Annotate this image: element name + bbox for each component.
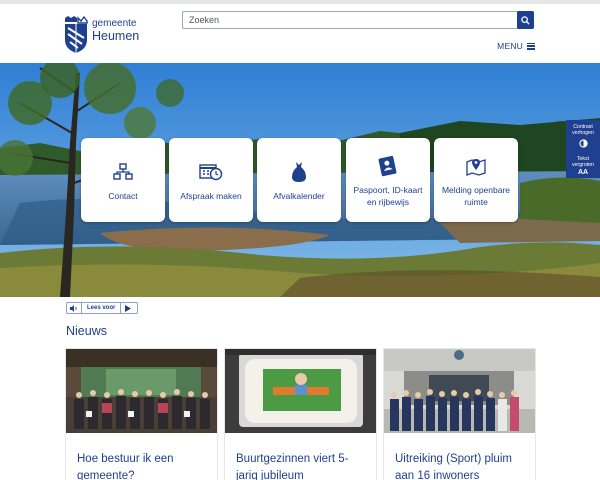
heumen-crest-icon — [65, 15, 88, 53]
garbage-bag-icon — [292, 162, 306, 182]
text-size-label: Tekst vergroten — [572, 156, 594, 168]
contrast-label: Contrast verhogen — [572, 124, 594, 136]
map-pin-icon — [466, 159, 486, 176]
tile-label: Melding openbare ruimte — [441, 185, 511, 207]
menu-button[interactable]: MENU — [497, 41, 535, 51]
readspeaker-label: Lees voor — [81, 303, 122, 313]
contrast-icon — [578, 139, 588, 148]
search-icon — [521, 15, 530, 25]
text-size-icon: AA — [577, 169, 589, 176]
calendar-clock-icon — [199, 164, 223, 181]
search-input[interactable] — [189, 12, 509, 28]
news-card[interactable]: Uitreiking (Sport) pluim aan 16 inwoners — [384, 349, 535, 480]
tile-afspraak-maken[interactable]: Afspraak maken — [169, 138, 253, 222]
search-bar — [182, 11, 534, 29]
news-photo — [66, 349, 217, 433]
hamburger-icon — [527, 42, 535, 50]
site-logo[interactable]: gemeente Heumen — [64, 14, 144, 56]
speaker-icon — [67, 303, 81, 313]
tile-melding-openbare-ruimte[interactable]: Melding openbare ruimte — [434, 138, 518, 222]
news-photo — [225, 349, 376, 433]
tile-afvalkalender[interactable]: Afvalkalender — [257, 138, 341, 222]
tile-label: Afspraak maken — [180, 191, 242, 201]
tile-label: Contact — [108, 191, 138, 201]
contrast-button[interactable]: Contrast verhogen — [566, 124, 600, 150]
search-button[interactable] — [517, 11, 534, 29]
id-card-icon — [378, 156, 397, 177]
tile-label: Paspoort, ID-kaart en rijbewijs — [353, 185, 423, 207]
tile-contact[interactable]: Contact — [81, 138, 165, 222]
text-size-button[interactable]: Tekst vergroten AA — [566, 156, 600, 176]
play-icon[interactable] — [121, 303, 135, 313]
tile-label: Afvalkalender — [273, 191, 325, 201]
menu-label: MENU — [497, 41, 523, 51]
readspeaker-bar[interactable]: Lees voor — [66, 302, 138, 314]
news-heading: Nieuws — [66, 324, 107, 338]
logo-line-1: gemeente — [92, 18, 137, 29]
accessibility-panel: Contrast verhogen Tekst vergroten AA — [566, 120, 600, 178]
top-strip — [0, 0, 600, 4]
news-card-title: Uitreiking (Sport) pluim aan 16 inwoners — [395, 453, 512, 480]
news-card-title: Hoe bestuur ik een gemeente? — [77, 453, 174, 480]
tile-paspoort[interactable]: Paspoort, ID-kaart en rijbewijs — [346, 138, 430, 222]
news-photo — [384, 349, 535, 433]
news-card[interactable]: Hoe bestuur ik een gemeente? — [66, 349, 217, 480]
news-card[interactable]: Buurtgezinnen viert 5-jarig jubileum — [225, 349, 376, 480]
org-chart-icon — [113, 163, 133, 180]
logo-line-2: Heumen — [92, 29, 140, 43]
news-card-title: Buurtgezinnen viert 5-jarig jubileum — [236, 453, 349, 480]
